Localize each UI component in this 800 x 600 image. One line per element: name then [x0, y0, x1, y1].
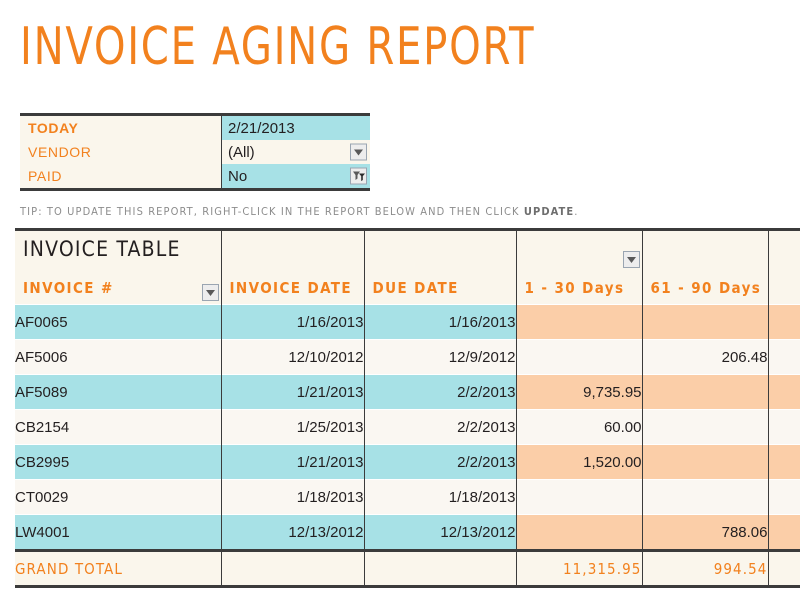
header-cell-1-30-days: 1 - 30 Days	[516, 228, 643, 305]
funnel-filter-icon	[352, 171, 365, 182]
filter-label-vendor: VENDOR	[20, 140, 222, 164]
cell-due-date: 12/9/2012	[364, 339, 517, 375]
cell-due-date: 2/2/2013	[364, 444, 517, 480]
cell-invoice-date: 1/25/2013	[221, 409, 365, 445]
cell-61-90-days	[642, 479, 769, 515]
column-header-1-30-days: 1 - 30 Days	[524, 279, 625, 297]
cell-due-date: 1/16/2013	[364, 304, 517, 340]
cell-invoice-number: AF5089	[15, 374, 222, 410]
column-header-invoice-number: INVOICE #	[23, 279, 114, 297]
filter-row-vendor: VENDOR (All)	[20, 140, 370, 164]
table-row[interactable]: CB2995 1/21/2013 2/2/2013 1,520.00	[15, 444, 800, 480]
cell-invoice-date: 12/10/2012	[221, 339, 365, 375]
cell-invoice-number: AF5006	[15, 339, 222, 375]
filter-row-paid: PAID No	[20, 164, 370, 188]
cell-61-90-days	[642, 304, 769, 340]
page-title: INVOICE AGING REPORT	[20, 17, 536, 77]
header-cell-due-date: DUE DATE	[364, 228, 517, 305]
cell-invoice-number: AF0065	[15, 304, 222, 340]
cell-invoice-date: 12/13/2012	[221, 514, 365, 551]
cell-1-30-days	[516, 339, 643, 375]
chevron-down-icon	[626, 256, 636, 263]
filter-panel: TODAY 2/21/2013 VENDOR (All) PAID No	[20, 113, 370, 191]
invoice-number-dropdown-button[interactable]	[201, 284, 219, 301]
cell-1-30-days: 60.00	[516, 409, 643, 445]
table-header-row: INVOICE TABLE INVOICE # INVOICE DATE DUE…	[15, 228, 800, 305]
invoice-table: INVOICE TABLE INVOICE # INVOICE DATE DUE…	[15, 228, 800, 588]
cell-overflow	[768, 304, 800, 340]
filter-value-vendor: (All)	[222, 140, 370, 164]
cell-overflow	[768, 444, 800, 480]
cell-invoice-date: 1/18/2013	[221, 479, 365, 515]
cell-overflow	[768, 339, 800, 375]
filter-value-today-text: 2/21/2013	[228, 119, 295, 137]
table-row[interactable]: AF0065 1/16/2013 1/16/2013	[15, 304, 800, 340]
cell-invoice-number: LW4001	[15, 514, 222, 551]
header-cell-invoice-date: INVOICE DATE	[221, 228, 365, 305]
cell-invoice-number: CB2154	[15, 409, 222, 445]
table-title: INVOICE TABLE	[23, 237, 181, 261]
grand-total-overflow	[768, 549, 800, 588]
filter-label-today: TODAY	[20, 116, 222, 140]
tip-line: TIP: TO UPDATE THIS REPORT, RIGHT-CLICK …	[20, 205, 579, 218]
cell-1-30-days	[516, 304, 643, 340]
cell-invoice-date: 1/16/2013	[221, 304, 365, 340]
cell-1-30-days: 1,520.00	[516, 444, 643, 480]
cell-invoice-number: CB2995	[15, 444, 222, 480]
filter-label-paid: PAID	[20, 164, 222, 188]
cell-invoice-date: 1/21/2013	[221, 444, 365, 480]
filter-value-paid: No	[222, 164, 370, 188]
cell-1-30-days	[516, 514, 643, 551]
tip-text-before: TIP: TO UPDATE THIS REPORT, RIGHT-CLICK …	[20, 205, 524, 218]
header-cell-61-90-days: 61 - 90 Days	[642, 228, 769, 305]
cell-61-90-days: 206.48	[642, 339, 769, 375]
grand-total-due-date	[364, 549, 517, 588]
column-header-61-90-days: 61 - 90 Days	[650, 279, 762, 297]
cell-overflow	[768, 514, 800, 551]
filter-value-today: 2/21/2013	[222, 116, 370, 140]
grand-total-1-30-days: 11,315.95	[516, 549, 643, 588]
cell-1-30-days	[516, 479, 643, 515]
cell-invoice-date: 1/21/2013	[221, 374, 365, 410]
chevron-down-icon	[205, 289, 215, 296]
header-cell-invoice-number: INVOICE TABLE INVOICE #	[15, 228, 222, 305]
grand-total-61-90-days: 994.54	[642, 549, 769, 588]
header-cell-overflow	[768, 228, 800, 305]
cell-61-90-days	[642, 374, 769, 410]
column-header-invoice-date: INVOICE DATE	[229, 279, 353, 297]
column-header-due-date: DUE DATE	[372, 279, 459, 297]
cell-61-90-days	[642, 409, 769, 445]
cell-61-90-days	[642, 444, 769, 480]
table-row[interactable]: LW4001 12/13/2012 12/13/2012 788.06	[15, 514, 800, 551]
filter-row-today: TODAY 2/21/2013	[20, 116, 370, 140]
cell-due-date: 2/2/2013	[364, 409, 517, 445]
aging-bucket-dropdown-button[interactable]	[622, 251, 640, 268]
cell-61-90-days: 788.06	[642, 514, 769, 551]
vendor-dropdown-button[interactable]	[350, 143, 367, 161]
table-row[interactable]: AF5006 12/10/2012 12/9/2012 206.48	[15, 339, 800, 375]
table-row[interactable]: CT0029 1/18/2013 1/18/2013	[15, 479, 800, 515]
grand-total-invoice-date	[221, 549, 365, 588]
grand-total-label: GRAND TOTAL	[15, 549, 222, 588]
tip-text-after: .	[574, 205, 579, 218]
tip-emphasis: UPDATE	[523, 205, 575, 218]
cell-invoice-number: CT0029	[15, 479, 222, 515]
chevron-down-icon	[354, 149, 363, 155]
cell-overflow	[768, 374, 800, 410]
grand-total-row: GRAND TOTAL 11,315.95 994.54	[15, 549, 800, 588]
cell-due-date: 2/2/2013	[364, 374, 517, 410]
filter-value-vendor-text: (All)	[228, 143, 255, 161]
paid-filter-button[interactable]	[350, 167, 367, 185]
cell-1-30-days: 9,735.95	[516, 374, 643, 410]
cell-due-date: 12/13/2012	[364, 514, 517, 551]
cell-overflow	[768, 479, 800, 515]
cell-overflow	[768, 409, 800, 445]
cell-due-date: 1/18/2013	[364, 479, 517, 515]
table-row[interactable]: AF5089 1/21/2013 2/2/2013 9,735.95	[15, 374, 800, 410]
table-row[interactable]: CB2154 1/25/2013 2/2/2013 60.00	[15, 409, 800, 445]
filter-value-paid-text: No	[228, 167, 248, 185]
